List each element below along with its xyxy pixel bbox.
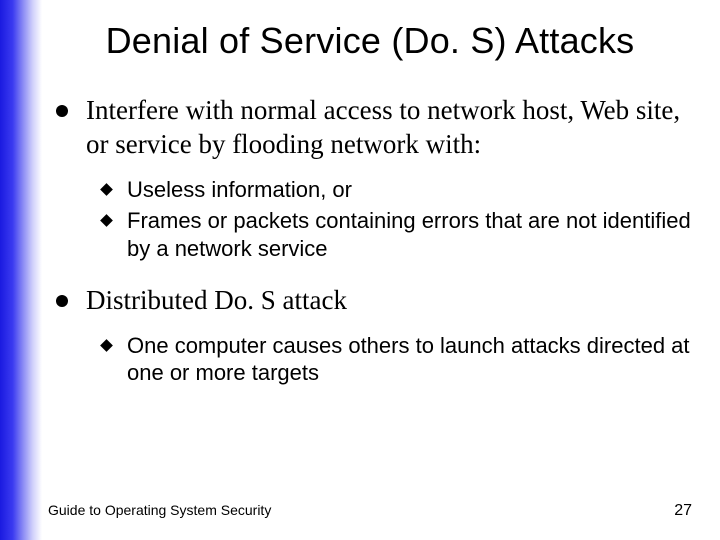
bullet-text: Distributed Do. S attack (86, 284, 347, 318)
slide-content: Denial of Service (Do. S) Attacks Interf… (0, 0, 720, 540)
bullet-text: Interfere with normal access to network … (86, 94, 692, 162)
slide-title: Denial of Service (Do. S) Attacks (48, 20, 692, 62)
diamond-bullet-icon (100, 214, 113, 227)
sub-bullet-text: One computer causes others to launch att… (127, 332, 692, 387)
sub-bullet-item: Frames or packets containing errors that… (102, 207, 692, 262)
sub-list: Useless information, or Frames or packet… (102, 176, 692, 263)
footer-page-number: 27 (674, 502, 692, 520)
sub-bullet-item: Useless information, or (102, 176, 692, 204)
diamond-bullet-icon (100, 183, 113, 196)
bullet-dot-icon (56, 295, 68, 307)
diamond-bullet-icon (100, 339, 113, 352)
bullet-item: Distributed Do. S attack (48, 284, 692, 318)
bullet-item: Interfere with normal access to network … (48, 94, 692, 162)
sub-bullet-item: One computer causes others to launch att… (102, 332, 692, 387)
sub-list: One computer causes others to launch att… (102, 332, 692, 387)
bullet-dot-icon (56, 105, 68, 117)
sub-bullet-text: Useless information, or (127, 176, 352, 204)
sub-bullet-text: Frames or packets containing errors that… (127, 207, 692, 262)
slide-footer: Guide to Operating System Security 27 (48, 502, 692, 520)
footer-source: Guide to Operating System Security (48, 502, 271, 518)
